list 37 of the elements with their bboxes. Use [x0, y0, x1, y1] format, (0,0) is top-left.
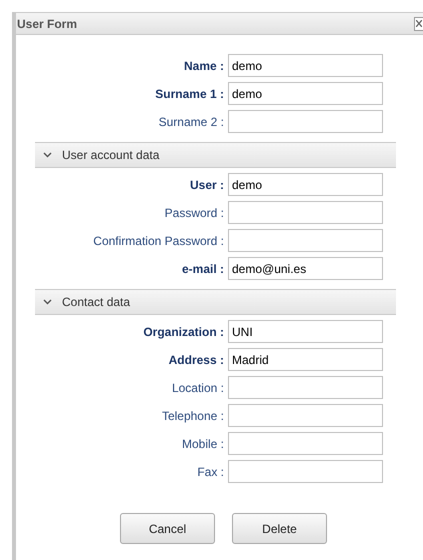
- field-label: User :: [188, 176, 224, 194]
- text-field[interactable]: [228, 404, 383, 427]
- chevron-icon: [43, 299, 52, 305]
- field-label: Mobile :: [180, 436, 224, 452]
- section-title: User account data: [62, 147, 160, 164]
- text-field[interactable]: [228, 432, 383, 455]
- text-field[interactable]: [228, 460, 383, 483]
- text-field[interactable]: UNI: [228, 320, 383, 343]
- field-label: Surname 2 :: [158, 114, 224, 130]
- text-field[interactable]: [228, 376, 383, 399]
- field-label: Surname 1 :: [154, 86, 224, 102]
- close-icon: [416, 20, 422, 27]
- field-label: Organization :: [142, 324, 224, 340]
- text-field[interactable]: demo: [228, 173, 383, 196]
- field-label: Location :: [170, 380, 224, 396]
- section-title: Contact data: [62, 294, 130, 311]
- section-header[interactable]: Contact data: [35, 289, 396, 315]
- section-header[interactable]: User account data: [35, 142, 396, 168]
- field-label: Fax :: [196, 464, 224, 480]
- dialog-button[interactable]: Delete: [232, 513, 327, 544]
- field-label: Telephone :: [160, 408, 224, 424]
- field-label: Password :: [164, 204, 224, 222]
- text-field[interactable]: [228, 201, 383, 224]
- chevron-icon: [43, 152, 52, 158]
- text-field[interactable]: [228, 110, 383, 133]
- field-label: Name :: [182, 58, 224, 74]
- field-label: Address :: [168, 352, 224, 368]
- text-field[interactable]: [228, 229, 383, 252]
- text-field[interactable]: demo: [228, 82, 383, 105]
- close-button[interactable]: [414, 16, 423, 30]
- field-label: e-mail :: [180, 260, 224, 278]
- text-field[interactable]: demo: [228, 54, 383, 77]
- field-label: Confirmation Password :: [92, 232, 224, 250]
- text-field[interactable]: Madrid: [228, 348, 383, 371]
- dialog-button[interactable]: Cancel: [120, 513, 215, 544]
- text-field[interactable]: demo@uni.es: [228, 257, 383, 280]
- window-title: User Form: [17, 16, 78, 32]
